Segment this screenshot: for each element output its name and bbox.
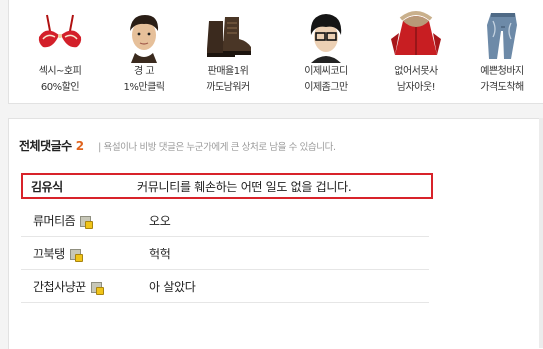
comment-notice: | 욕설이나 비방 댓글은 누군가에게 큰 상처로 남을 수 있습니다. bbox=[98, 142, 336, 153]
product-item[interactable]: 예쁜청바지 가격도착해 bbox=[461, 0, 543, 95]
comment-author-wrap[interactable]: 류머티즘 bbox=[33, 212, 94, 229]
member-badge-icon bbox=[80, 216, 94, 229]
product-caption-2[interactable]: 까도남워커 bbox=[187, 81, 269, 95]
product-caption-2[interactable]: 남자아웃! bbox=[375, 81, 457, 95]
member-badge-icon bbox=[90, 282, 104, 295]
red-bra-icon[interactable] bbox=[33, 9, 87, 63]
member-badge-icon bbox=[69, 249, 83, 262]
product-item[interactable]: 섹시~호피 60%할인 bbox=[19, 0, 101, 95]
product-item[interactable]: 판매율1위 까도남워커 bbox=[187, 0, 269, 95]
comment-total-label: 전체댓글수 bbox=[19, 139, 72, 153]
glasses-man-photo-icon[interactable] bbox=[299, 9, 353, 63]
product-banner: 섹시~호피 60%할인 경 고 1%만클릭 판매율1위 까도남워커 이제씨코디 … bbox=[8, 0, 543, 104]
red-parka-icon[interactable] bbox=[389, 9, 443, 63]
product-caption-1[interactable]: 없어서못사 bbox=[375, 65, 457, 79]
jeans-icon[interactable] bbox=[475, 9, 529, 63]
scrollbar-track[interactable] bbox=[539, 118, 543, 348]
comment-text: 아 살았다 bbox=[149, 280, 196, 294]
comment-author[interactable]: 류머티즘 bbox=[33, 214, 76, 228]
comment-author[interactable]: 끄북탱 bbox=[33, 247, 65, 261]
comment-row: 류머티즘 오오 bbox=[21, 204, 429, 237]
product-item[interactable]: 경 고 1%만클릭 bbox=[103, 0, 185, 95]
comment-author[interactable]: 김유식 bbox=[31, 178, 63, 195]
comment-header: 전체댓글수 2 | 욕설이나 비방 댓글은 누군가에게 큰 상처로 남을 수 있습니… bbox=[19, 137, 336, 154]
product-caption-1[interactable]: 섹시~호피 bbox=[19, 65, 101, 79]
product-item[interactable]: 이제씨코디 이제좀그만 bbox=[285, 0, 367, 95]
comment-author[interactable]: 간첩사냥꾼 bbox=[33, 280, 86, 294]
product-item[interactable]: 없어서못사 남자아웃! bbox=[375, 0, 457, 95]
product-caption-1[interactable]: 경 고 bbox=[103, 65, 185, 79]
comment-row-highlighted: 김유식 커뮤니티를 훼손하는 어떤 일도 없을 겁니다. bbox=[21, 173, 433, 199]
comment-author-wrap[interactable]: 간첩사냥꾼 bbox=[33, 278, 104, 295]
product-caption-1[interactable]: 판매율1위 bbox=[187, 65, 269, 79]
comment-count: 2 bbox=[75, 139, 85, 153]
walker-boots-icon[interactable] bbox=[201, 9, 255, 63]
comment-text: 오오 bbox=[149, 214, 171, 228]
comment-author-wrap[interactable]: 끄북탱 bbox=[33, 245, 83, 262]
section-gap bbox=[0, 104, 543, 118]
comment-row: 간첩사냥꾼 아 살았다 bbox=[21, 270, 429, 303]
product-caption-1[interactable]: 이제씨코디 bbox=[285, 65, 367, 79]
product-caption-2[interactable]: 60%할인 bbox=[19, 81, 101, 95]
product-caption-2[interactable]: 가격도착해 bbox=[461, 81, 543, 95]
product-caption-1[interactable]: 예쁜청바지 bbox=[461, 65, 543, 79]
product-caption-2[interactable]: 이제좀그만 bbox=[285, 81, 367, 95]
comment-text: 커뮤니티를 훼손하는 어떤 일도 없을 겁니다. bbox=[137, 180, 352, 194]
product-caption-2[interactable]: 1%만클릭 bbox=[103, 81, 185, 95]
comment-row: 끄북탱 헉헉 bbox=[21, 237, 429, 270]
comment-section: 전체댓글수 2 | 욕설이나 비방 댓글은 누군가에게 큰 상처로 남을 수 있습니… bbox=[8, 118, 543, 349]
young-man-photo-icon[interactable] bbox=[117, 9, 171, 63]
comment-text: 헉헉 bbox=[149, 247, 171, 261]
